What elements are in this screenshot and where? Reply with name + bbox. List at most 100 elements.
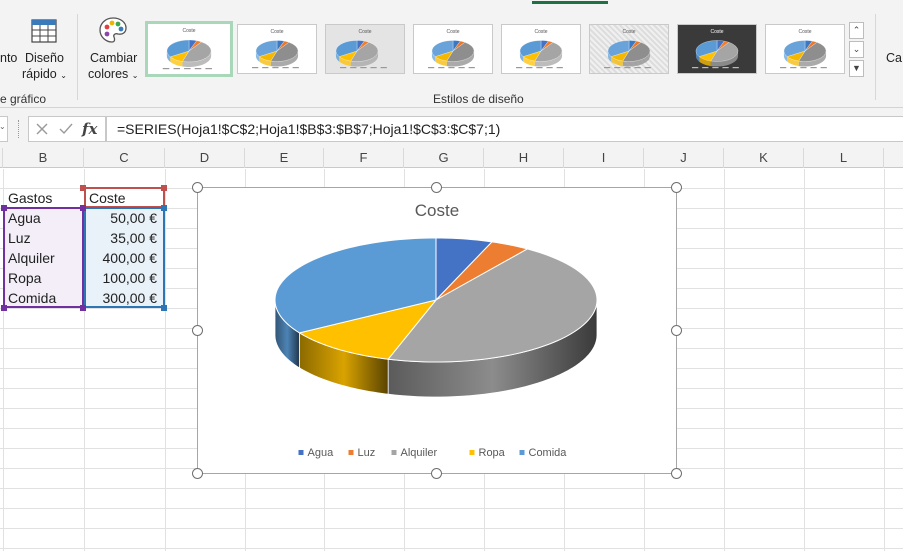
palette-icon <box>99 17 127 43</box>
column-header[interactable]: I <box>564 148 644 168</box>
formula-controls: fx <box>28 116 106 142</box>
range-handle[interactable] <box>80 205 86 211</box>
svg-text:Coste: Coste <box>622 29 635 35</box>
legend-entry-alquiler[interactable]: Alquiler <box>401 447 438 459</box>
gridline <box>0 548 903 549</box>
category-range-border <box>3 207 84 308</box>
resize-handle[interactable] <box>671 468 682 479</box>
chevron-down-icon: ⌄ <box>131 71 139 80</box>
gridline <box>0 488 903 489</box>
chart-style-thumb-2[interactable]: Coste <box>237 24 317 74</box>
gridline <box>165 169 166 551</box>
legend-entry-comida[interactable]: Comida <box>529 447 568 459</box>
tab-strip <box>0 0 903 8</box>
thumb-pie-icon: Coste <box>335 29 387 69</box>
range-handle[interactable] <box>161 185 167 191</box>
gridline <box>804 169 805 551</box>
column-header[interactable]: K <box>724 148 804 168</box>
gallery-scroll-down-button[interactable]: ⌄ <box>849 41 864 58</box>
svg-text:Coste: Coste <box>358 29 371 35</box>
range-handle[interactable] <box>1 205 7 211</box>
chart-legend[interactable]: Agua Luz Alquiler Ropa Comida <box>298 447 568 459</box>
change-chart-type-label[interactable]: Ca <box>886 51 902 65</box>
column-header[interactable]: F <box>324 148 404 168</box>
formula-input[interactable]: =SERIES(Hoja1!$C$2;Hoja1!$B$3:$B$7;Hoja1… <box>106 116 903 142</box>
legend-entry-agua[interactable]: Agua <box>308 447 335 459</box>
thumb-pie-icon: Coste <box>604 29 651 69</box>
check-icon[interactable] <box>58 122 74 136</box>
legend-swatch-comida <box>519 450 525 455</box>
svg-text:Coste: Coste <box>534 29 547 35</box>
resize-handle[interactable] <box>431 468 442 479</box>
range-handle[interactable] <box>161 205 167 211</box>
chart-style-thumb-3[interactable]: Coste <box>325 24 405 74</box>
cell-header-gastos[interactable]: Gastos <box>3 188 84 208</box>
chart-style-thumb-6[interactable]: Coste <box>589 24 669 74</box>
range-handle[interactable] <box>161 305 167 311</box>
group-separator <box>875 14 876 100</box>
chart-style-thumb-1[interactable]: Coste <box>145 21 233 77</box>
gridline <box>0 508 903 509</box>
ribbon: nto Diseño rápido ⌄ e gráfico Cambiar co… <box>0 0 903 108</box>
change-colors-button[interactable]: Cambiar colores ⌄ <box>84 14 140 86</box>
thumb-pie-icon: Coste <box>692 29 739 69</box>
quick-layout-icon <box>31 19 57 43</box>
more-icon: ▼ <box>852 63 861 73</box>
quick-layout-button[interactable]: Diseño rápido ⌄ <box>20 14 70 86</box>
chart-plot-area[interactable]: Coste Agua Luz Alquiler Ropa Comida <box>198 188 676 473</box>
column-headers: B C D E F G H I J K L <box>0 148 903 168</box>
legend-swatch-luz <box>348 450 354 455</box>
resize-handle[interactable] <box>671 182 682 193</box>
thumb-pie-icon: Coste <box>428 29 475 69</box>
group-label-chart-styles: Estilos de diseño <box>433 92 524 106</box>
gridline <box>724 169 725 551</box>
column-header[interactable]: C <box>84 148 165 168</box>
column-header[interactable]: J <box>644 148 724 168</box>
chart-style-thumb-7[interactable]: Coste <box>677 24 757 74</box>
legend-swatch-alquiler <box>391 450 397 455</box>
range-handle[interactable] <box>80 185 86 191</box>
chart-title[interactable]: Coste <box>415 201 459 220</box>
column-header[interactable]: E <box>245 148 324 168</box>
chevron-down-icon: ⌄ <box>852 44 861 54</box>
resize-handle[interactable] <box>192 182 203 193</box>
fx-icon[interactable]: fx <box>82 120 97 138</box>
legend-entry-ropa[interactable]: Ropa <box>479 447 506 459</box>
resize-handle[interactable] <box>431 182 442 193</box>
grip-icon <box>18 120 20 138</box>
resize-handle[interactable] <box>192 325 203 336</box>
gallery-scroll-up-button[interactable]: ⌃ <box>849 22 864 39</box>
legend-entry-luz[interactable]: Luz <box>358 447 376 459</box>
resize-handle[interactable] <box>192 468 203 479</box>
legend-swatch-ropa <box>469 450 475 455</box>
group-label-chart-layouts: e gráfico <box>0 92 47 106</box>
legend-swatch-agua <box>298 450 304 455</box>
change-colors-label-2: colores ⌄ <box>88 67 139 81</box>
chevron-up-icon: ⌃ <box>852 25 861 35</box>
range-handle[interactable] <box>80 305 86 311</box>
x-icon[interactable] <box>35 122 49 136</box>
quick-layout-label-2: rápido ⌄ <box>22 67 67 81</box>
thumb-pie-icon: Coste <box>162 28 212 70</box>
pie-chart[interactable]: Coste Agua Luz Alquiler Ropa Comida <box>197 187 677 474</box>
name-box[interactable]: ⌄ <box>0 116 8 142</box>
column-header[interactable]: L <box>804 148 884 168</box>
formula-bar: ⌄ fx =SERIES(Hoja1!$C$2;Hoja1!$B$3:$B$7;… <box>0 108 903 148</box>
gallery-scroll: ⌃ ⌄ ▼ <box>849 22 865 78</box>
column-header[interactable]: G <box>404 148 484 168</box>
svg-text:Coste: Coste <box>798 29 811 35</box>
column-header[interactable]: D <box>165 148 245 168</box>
gallery-more-button[interactable]: ▼ <box>849 60 864 77</box>
group-separator <box>77 14 78 100</box>
quick-layout-label-1: Diseño <box>25 51 64 65</box>
svg-text:Coste: Coste <box>182 28 195 34</box>
column-header[interactable]: H <box>484 148 564 168</box>
series-name-range-border <box>84 187 165 208</box>
chart-style-thumb-5[interactable]: Coste <box>501 24 581 74</box>
column-header[interactable]: B <box>3 148 84 168</box>
range-handle[interactable] <box>1 305 7 311</box>
add-chart-element-label[interactable]: nto <box>0 51 17 65</box>
chart-style-thumb-4[interactable]: Coste <box>413 24 493 74</box>
chart-style-thumb-8[interactable]: Coste <box>765 24 845 74</box>
resize-handle[interactable] <box>671 325 682 336</box>
